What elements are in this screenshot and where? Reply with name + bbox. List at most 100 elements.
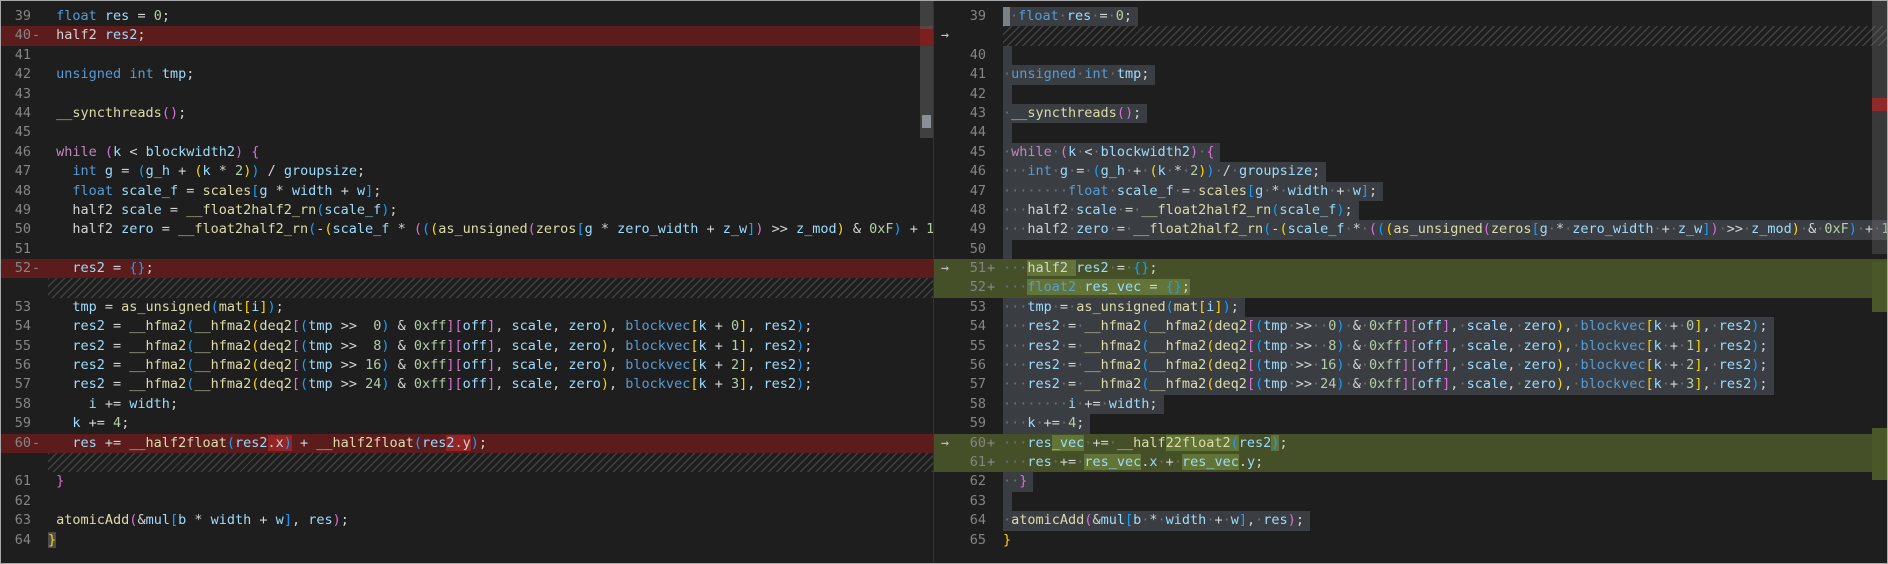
code-line-text: half2 zero = __float2half2_rn(-(scale_f … bbox=[48, 220, 933, 239]
diff-sign bbox=[31, 356, 48, 375]
code-line[interactable]: 63 atomicAdd(&mul[b * width + w], res); bbox=[1, 511, 933, 530]
scrollbar-thumb[interactable] bbox=[1872, 1, 1887, 254]
right-scrollbar[interactable] bbox=[1872, 1, 1887, 563]
code-line[interactable]: →51+···half2·res2·=·{}; bbox=[934, 259, 1887, 278]
code-token: ··· bbox=[1003, 338, 1027, 354]
code-line[interactable]: →60+···res_vec·+=·__half22float2(res2); bbox=[934, 434, 1887, 453]
code-token: ( bbox=[1255, 357, 1263, 373]
overview-deleted-marker bbox=[1872, 98, 1887, 111]
code-line[interactable]: 62··} bbox=[934, 472, 1887, 491]
code-line[interactable]: 53 tmp = as_unsigned(mat[i]); bbox=[1, 298, 933, 317]
code-line[interactable]: 55···res2·=·__hfma2(__hfma2(deq2[(tmp·>>… bbox=[934, 337, 1887, 356]
code-line[interactable]: 49 half2 scale = __float2half2_rn(scale_… bbox=[1, 201, 933, 220]
code-token: width bbox=[1288, 183, 1329, 199]
code-line[interactable]: 59···k·+=·4; bbox=[934, 414, 1887, 433]
code-line[interactable]: 54 res2 = __hfma2(__hfma2(deq2[(tmp >> 0… bbox=[1, 317, 933, 336]
code-text: float res = 0; bbox=[48, 7, 933, 26]
code-line[interactable]: 54···res2·=·__hfma2(__hfma2(deq2[(tmp·>>… bbox=[934, 317, 1887, 336]
code-line[interactable]: 52- res2 = {}; bbox=[1, 259, 933, 278]
code-line[interactable]: 46···int·g·=·(g_h·+·(k·*·2))·/·groupsize… bbox=[934, 162, 1887, 181]
code-line[interactable]: 44 bbox=[934, 123, 1887, 142]
code-line[interactable]: 42 bbox=[934, 85, 1887, 104]
code-token: res2 bbox=[1239, 435, 1272, 451]
whitespace-dot: · bbox=[1279, 183, 1287, 199]
gutter-spacer bbox=[934, 240, 956, 259]
code-line[interactable]: 62 bbox=[1, 492, 933, 511]
code-line[interactable]: 56···res2·=·__hfma2(__hfma2(deq2[(tmp·>>… bbox=[934, 356, 1887, 375]
code-token: deq2 bbox=[1214, 338, 1247, 354]
code-line[interactable]: 43·__syncthreads(); bbox=[934, 104, 1887, 123]
diff-filler-row[interactable] bbox=[1, 453, 933, 472]
code-line[interactable]: 40 bbox=[934, 46, 1887, 65]
code-token: ·+=· bbox=[1076, 396, 1109, 412]
scrollbar-handle[interactable] bbox=[922, 115, 931, 128]
code-token: width bbox=[211, 512, 252, 528]
line-number: 57 bbox=[1, 375, 31, 394]
code-line[interactable]: 48···half2·scale·=·__float2half2_rn(scal… bbox=[934, 201, 1887, 220]
code-line[interactable]: 55 res2 = __hfma2(__hfma2(deq2[(tmp >> 8… bbox=[1, 337, 933, 356]
code-line[interactable]: 46 while (k < blockwidth2) { bbox=[1, 143, 933, 162]
code-line[interactable]: 41 bbox=[1, 46, 933, 65]
code-token: __float2half2_rn bbox=[1133, 221, 1263, 237]
whitespace-dot: · bbox=[1003, 512, 1011, 528]
code-line[interactable]: 45·while·(k·<·blockwidth2)·{ bbox=[934, 143, 1887, 162]
code-token: 0xff bbox=[414, 357, 447, 373]
code-line[interactable]: 64·atomicAdd(&mul[b·*·width·+·w],·res); bbox=[934, 511, 1887, 530]
code-line[interactable]: 60- res += __half2float(res2.x) + __half… bbox=[1, 434, 933, 453]
diff-right-pane[interactable]: 39·float·res·=·0;→4041·unsigned·int·tmp;… bbox=[933, 1, 1887, 563]
code-token: ·/· bbox=[1215, 163, 1239, 179]
code-line[interactable]: 63 bbox=[934, 492, 1887, 511]
code-line[interactable]: 59 k += 4; bbox=[1, 414, 933, 433]
code-line[interactable]: 44 __syncthreads(); bbox=[1, 104, 933, 123]
code-line[interactable]: 48 float scale_f = scales[g * width + w]… bbox=[1, 182, 933, 201]
code-text: ···half2·zero·=·__float2half2_rn(-(scale… bbox=[1003, 220, 1887, 239]
revert-arrow-icon[interactable]: → bbox=[934, 434, 956, 453]
code-line[interactable]: 39·float·res·=·0; bbox=[934, 7, 1887, 26]
code-line[interactable]: 58········i·+=·width; bbox=[934, 395, 1887, 414]
diff-filler-row[interactable] bbox=[1, 278, 933, 297]
revert-arrow-icon[interactable]: → bbox=[934, 26, 956, 45]
left-scrollbar[interactable] bbox=[920, 1, 933, 563]
code-line[interactable]: 47········float·scale_f·=·scales[g·*·wid… bbox=[934, 182, 1887, 201]
code-line[interactable]: 57···res2·=·__hfma2(__hfma2(deq2[(tmp·>>… bbox=[934, 375, 1887, 394]
line-number: 59 bbox=[1, 414, 31, 433]
code-line[interactable]: 52+···float2·res_vec·=·{}; bbox=[934, 278, 1887, 297]
diff-filler-row[interactable]: → bbox=[934, 26, 1887, 45]
code-token: = bbox=[162, 202, 186, 218]
code-line[interactable]: 50 half2 zero = __float2half2_rn(-(scale… bbox=[1, 220, 933, 239]
code-line[interactable]: 39 float res = 0; bbox=[1, 7, 933, 26]
diff-sign bbox=[986, 143, 1003, 162]
code-line[interactable]: 40- half2 res2; bbox=[1, 26, 933, 45]
code-token: res bbox=[1263, 512, 1287, 528]
code-line[interactable]: 43 bbox=[1, 85, 933, 104]
code-token: [ bbox=[292, 357, 300, 373]
code-line[interactable]: 51 bbox=[1, 240, 933, 259]
code-token: ; bbox=[1124, 8, 1132, 24]
code-line[interactable]: 45 bbox=[1, 123, 933, 142]
whitespace-dot: · bbox=[1215, 163, 1223, 179]
code-line[interactable]: 61+···res·+=·res_vec.x·+·res_vec.y; bbox=[934, 453, 1887, 472]
code-line[interactable]: 57 res2 = __hfma2(__hfma2(deq2[(tmp >> 2… bbox=[1, 375, 933, 394]
whitespace-dot: · bbox=[1158, 454, 1166, 470]
whitespace-dot: · bbox=[1068, 260, 1076, 276]
code-line[interactable]: 47 int g = (g_h + (k * 2)) / groupsize; bbox=[1, 162, 933, 181]
code-token: 24 bbox=[1320, 376, 1336, 392]
code-line[interactable]: 49···half2·zero·=·__float2half2_rn(-(sca… bbox=[934, 220, 1887, 239]
code-line[interactable]: 61 } bbox=[1, 472, 933, 491]
code-line[interactable]: 65} bbox=[934, 531, 1887, 550]
code-line[interactable]: 64} bbox=[1, 531, 933, 550]
code-token: scale bbox=[1467, 376, 1508, 392]
code-line[interactable]: 58 i += width; bbox=[1, 395, 933, 414]
code-line[interactable]: 56 res2 = __hfma2(__hfma2(deq2[(tmp >> 1… bbox=[1, 356, 933, 375]
revert-arrow-icon[interactable]: → bbox=[934, 259, 956, 278]
code-token: half2 bbox=[48, 27, 105, 43]
gutter-spacer bbox=[934, 337, 956, 356]
code-line[interactable]: 41·unsigned·int·tmp; bbox=[934, 65, 1887, 84]
code-line[interactable]: 50 bbox=[934, 240, 1887, 259]
code-token: [ bbox=[576, 221, 584, 237]
diff-left-pane[interactable]: 39 float res = 0;40- half2 res2;4142 uns… bbox=[1, 1, 933, 563]
code-token: tmp bbox=[308, 318, 332, 334]
code-line[interactable]: 53···tmp·=·as_unsigned(mat[i]); bbox=[934, 298, 1887, 317]
code-token: + bbox=[707, 338, 731, 354]
code-line[interactable]: 42 unsigned int tmp; bbox=[1, 65, 933, 84]
